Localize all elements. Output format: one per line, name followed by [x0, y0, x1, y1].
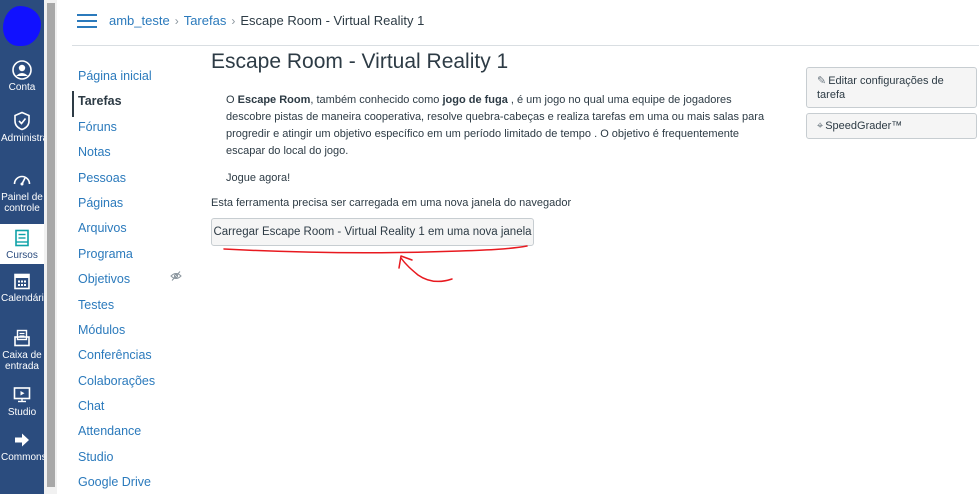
annotation-arrow: [400, 257, 453, 283]
description-bold-term: Escape Room: [237, 94, 311, 106]
inbox-icon: [14, 329, 30, 347]
global-nav-admin[interactable]: Administrador: [0, 111, 63, 144]
speedgrader-button[interactable]: ⌖ SpeedGrader™: [806, 113, 977, 139]
course-nav-people[interactable]: Pessoas: [72, 168, 192, 193]
global-nav-dashboard[interactable]: Painel de controle: [0, 170, 44, 214]
course-header: amb_teste › Tarefas › Escape Room - Virtual …: [72, 0, 979, 46]
course-menu-toggle-icon[interactable]: [77, 14, 97, 28]
edit-assignment-settings-button[interactable]: ✎ Editar configurações de tarefa: [806, 67, 977, 108]
global-nav-account[interactable]: Conta: [0, 60, 44, 93]
global-nav-label: Conta: [8, 82, 36, 93]
course-nav-files[interactable]: Arquivos: [72, 218, 192, 243]
global-nav-label: Administrador: [1, 133, 63, 144]
global-nav: Conta Administrador Painel de controle C…: [0, 0, 63, 494]
course-nav-collaborations[interactable]: Colaborações: [72, 371, 192, 396]
description-text: , também conhecido como: [310, 94, 443, 106]
breadcrumb-course-link[interactable]: amb_teste: [109, 13, 170, 28]
breadcrumb-assignments-link[interactable]: Tarefas: [184, 13, 227, 28]
eye-off-icon: [170, 271, 182, 281]
assignment-description: O Escape Room, também conhecido como jog…: [226, 92, 766, 197]
speedgrader-label: SpeedGrader™: [825, 120, 903, 132]
new-window-notice: Esta ferramenta precisa ser carregada em…: [211, 197, 572, 209]
global-nav-label: Studio: [7, 407, 37, 418]
annotation-underline: [223, 245, 528, 254]
breadcrumb: amb_teste › Tarefas › Escape Room - Virtual …: [109, 13, 424, 28]
assignment-sidebar: ✎ Editar configurações de tarefa ⌖ SpeedGr…: [806, 67, 977, 139]
global-nav-label: Painel de controle: [1, 192, 43, 214]
breadcrumb-current: Escape Room - Virtual Reality 1: [240, 13, 425, 28]
account-icon: [12, 60, 32, 80]
global-nav-label: Cursos: [6, 250, 38, 261]
institution-logo[interactable]: [0, 0, 44, 54]
course-nav-label: Objetivos: [78, 272, 131, 287]
course-nav-grades[interactable]: Notas: [72, 142, 192, 167]
global-nav-label: Caixa de entrada: [2, 350, 42, 372]
dashboard-icon: [13, 175, 31, 186]
course-nav-conferences[interactable]: Conferências: [72, 345, 192, 370]
global-nav-label: Calendário: [1, 293, 50, 304]
course-nav-quizzes[interactable]: Testes: [72, 295, 192, 320]
admin-icon: [14, 111, 30, 131]
studio-icon: [13, 387, 31, 403]
course-nav-modules[interactable]: Módulos: [72, 320, 192, 345]
course-nav-chat[interactable]: Chat: [72, 396, 192, 421]
global-nav-courses[interactable]: Cursos: [0, 224, 44, 264]
course-nav-discussions[interactable]: Fóruns: [72, 117, 192, 142]
breadcrumb-separator: ›: [174, 14, 179, 28]
global-nav-commons[interactable]: Commons: [0, 430, 47, 463]
logo-blob-icon: [3, 6, 41, 46]
global-nav-inbox[interactable]: Caixa de entrada: [0, 328, 44, 372]
courses-icon: [15, 229, 29, 247]
page-scrollbar-thumb[interactable]: [47, 3, 55, 487]
edit-assignment-settings-label: Editar configurações de tarefa: [817, 74, 944, 101]
description-paragraph: O Escape Room, também conhecido como jog…: [226, 92, 766, 160]
global-nav-studio[interactable]: Studio: [0, 385, 44, 418]
speedgrader-icon: ⌖: [817, 120, 824, 132]
pencil-icon: ✎: [817, 74, 827, 87]
load-in-new-window-button[interactable]: Carregar Escape Room - Virtual Reality 1…: [211, 218, 534, 246]
play-now-text: Jogue agora!: [226, 172, 291, 184]
course-nav-syllabus[interactable]: Programa: [72, 244, 192, 269]
course-nav-pages[interactable]: Páginas: [72, 193, 192, 218]
course-nav-attendance[interactable]: Attendance: [72, 421, 192, 446]
global-nav-label: Commons: [1, 452, 47, 463]
page-title: Escape Room - Virtual Reality 1: [211, 50, 509, 73]
global-nav-calendar[interactable]: Calendário: [0, 271, 50, 304]
annotation-arrowhead: [398, 255, 413, 269]
course-nav-home[interactable]: Página inicial: [72, 66, 192, 91]
course-nav: Página inicial Tarefas Fóruns Notas Pess…: [72, 66, 192, 498]
breadcrumb-separator: ›: [231, 14, 236, 28]
commons-icon: [15, 433, 29, 447]
course-nav-outcomes[interactable]: Objetivos: [72, 269, 192, 294]
course-nav-studio[interactable]: Studio: [72, 447, 192, 472]
description-text: O: [226, 94, 238, 106]
calendar-icon: [14, 273, 30, 290]
course-nav-assignments[interactable]: Tarefas: [72, 91, 192, 117]
description-bold-term: jogo de fuga: [442, 94, 508, 106]
